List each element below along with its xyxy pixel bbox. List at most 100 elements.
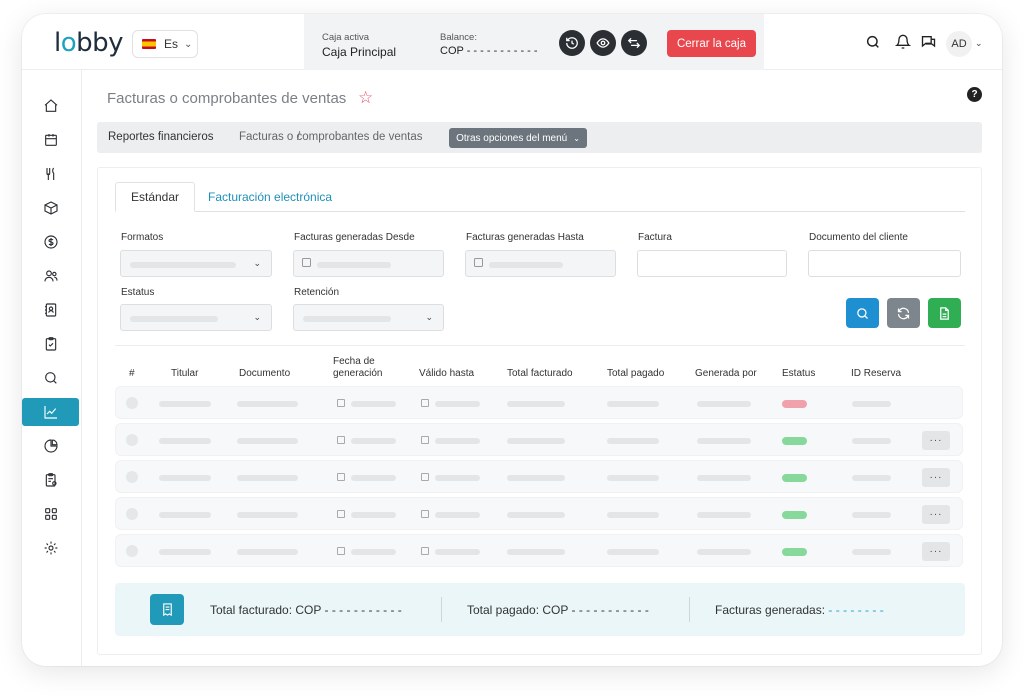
cell-placeholder: [351, 438, 396, 444]
table-row[interactable]: ···: [115, 534, 963, 567]
client-document-input[interactable]: [808, 250, 961, 277]
cell-placeholder: [237, 475, 298, 481]
table-row[interactable]: ···: [115, 497, 963, 530]
transfer-button[interactable]: [621, 30, 647, 56]
to-date-input[interactable]: [465, 250, 616, 277]
status-badge: [782, 548, 807, 556]
row-actions-button[interactable]: ···: [922, 505, 950, 524]
breadcrumb: Reportes financieros / Facturas o compro…: [97, 122, 982, 153]
sidebar-item-analytics[interactable]: [22, 432, 79, 460]
box-icon: [43, 201, 58, 215]
table-row[interactable]: ···: [115, 423, 963, 456]
gear-icon: [44, 541, 57, 555]
sidebar-item-calendar[interactable]: [22, 126, 79, 154]
calendar-icon: [44, 134, 57, 146]
cell-placeholder: [159, 512, 211, 518]
other-menu-options-button[interactable]: Otras opciones del menú ⌄: [449, 128, 587, 148]
tab-electronic-invoicing[interactable]: Facturación electrónica: [208, 182, 332, 212]
notifications-button[interactable]: [894, 34, 912, 54]
row-actions-button[interactable]: ···: [922, 431, 950, 450]
sidebar-item-finance[interactable]: [22, 228, 79, 256]
row-select-dot[interactable]: [126, 471, 138, 483]
chevron-down-icon[interactable]: ⌄: [975, 38, 983, 49]
messages-button[interactable]: [920, 34, 937, 54]
sidebar-item-modules[interactable]: [22, 500, 79, 528]
calendar-icon: [421, 399, 429, 407]
status-badge: [782, 400, 807, 408]
history-icon: [566, 37, 578, 49]
sidebar-item-restaurant[interactable]: [22, 160, 79, 188]
breadcrumb-item-current: Facturas o comprobantes de ventas: [239, 131, 423, 143]
cell-placeholder: [159, 475, 211, 481]
calendar-icon: [337, 399, 345, 407]
col-booking-id: ID Reserva: [851, 368, 902, 379]
lobby-logo[interactable]: lobby: [54, 28, 124, 58]
language-label: Es: [164, 37, 179, 51]
cell-placeholder: [607, 512, 659, 518]
user-avatar[interactable]: AD: [946, 31, 972, 57]
cell-placeholder: [507, 475, 565, 481]
grid-icon: [44, 508, 57, 520]
invoices-generated-summary: Facturas generadas: - - - - - - - -: [715, 603, 884, 617]
placeholder-bar: [130, 262, 236, 268]
table-row[interactable]: ···: [115, 460, 963, 493]
row-select-dot[interactable]: [126, 434, 138, 446]
dollar-circle-icon: [43, 235, 58, 249]
sidebar-item-contacts[interactable]: [22, 296, 79, 324]
cell-placeholder: [852, 549, 891, 555]
search-button[interactable]: [865, 34, 881, 54]
cell-placeholder: [607, 549, 659, 555]
sidebar-item-search[interactable]: [22, 364, 79, 392]
pie-chart-icon: [43, 439, 58, 453]
cell-placeholder: [697, 549, 751, 555]
balance-value: COP - - - - - - - - - - -: [440, 45, 538, 57]
retention-label: Retención: [294, 287, 340, 298]
cell-placeholder: [697, 401, 751, 407]
language-selector[interactable]: Es ⌄: [132, 30, 198, 58]
calendar-icon: [421, 547, 429, 555]
invoice-input[interactable]: [637, 250, 787, 277]
tab-standard[interactable]: Estándar: [115, 182, 195, 212]
line-chart-icon: [43, 406, 57, 419]
sidebar-item-tasks[interactable]: [22, 330, 79, 358]
status-select[interactable]: ⌄: [120, 304, 272, 331]
invoice-label: Factura: [638, 232, 672, 243]
sidebar-item-inventory[interactable]: [22, 194, 79, 222]
history-button[interactable]: [559, 30, 585, 56]
from-date-input[interactable]: [293, 250, 444, 277]
cell-placeholder: [435, 438, 480, 444]
sidebar-item-users[interactable]: [22, 262, 79, 290]
export-button[interactable]: [928, 298, 961, 328]
placeholder-bar: [489, 262, 563, 268]
placeholder-bar: [303, 316, 391, 322]
status-label: Estatus: [121, 287, 155, 298]
sidebar-item-settings[interactable]: [22, 534, 79, 562]
sidebar-item-checklist[interactable]: [22, 466, 79, 494]
tab-bar: Estándar Facturación electrónica: [115, 182, 965, 212]
breadcrumb-item-reports[interactable]: Reportes financieros: [108, 131, 213, 143]
row-actions-button[interactable]: ···: [922, 542, 950, 561]
col-total-invoiced: Total facturado: [507, 368, 573, 379]
formats-select[interactable]: ⌄: [120, 250, 272, 277]
cell-placeholder: [435, 475, 480, 481]
table-row[interactable]: [115, 386, 963, 419]
row-select-dot[interactable]: [126, 545, 138, 557]
cell-placeholder: [607, 401, 659, 407]
sidebar-item-reports[interactable]: [22, 398, 79, 426]
favorite-star-icon[interactable]: ☆: [358, 88, 373, 108]
document-icon: [940, 306, 949, 320]
calendar-icon: [421, 473, 429, 481]
close-cash-button[interactable]: Cerrar la caja: [667, 30, 756, 57]
col-generated-by: Generada por: [695, 368, 757, 379]
chevron-down-icon: ⌄: [573, 133, 580, 143]
help-icon[interactable]: ?: [967, 87, 982, 102]
refresh-button[interactable]: [887, 298, 920, 328]
row-select-dot[interactable]: [126, 397, 138, 409]
retention-select[interactable]: ⌄: [293, 304, 444, 331]
placeholder-bar: [317, 262, 391, 268]
row-actions-button[interactable]: ···: [922, 468, 950, 487]
view-button[interactable]: [590, 30, 616, 56]
row-select-dot[interactable]: [126, 508, 138, 520]
sidebar-item-home[interactable]: [22, 92, 79, 120]
search-submit-button[interactable]: [846, 298, 879, 328]
